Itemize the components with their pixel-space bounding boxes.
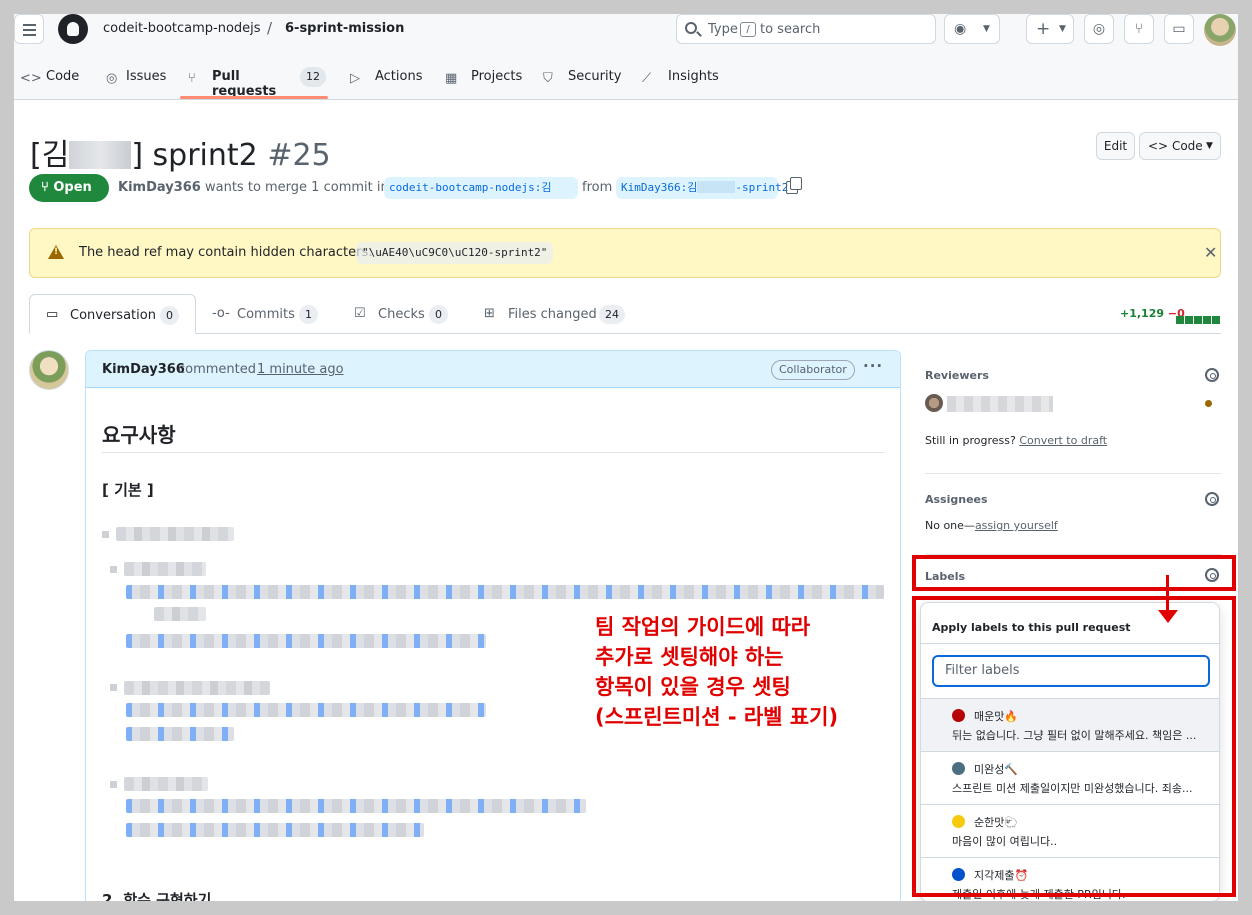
checklist-icon: ☑ <box>354 306 366 321</box>
graph-icon: ⟋ <box>642 71 652 86</box>
commit-icon: -o- <box>212 306 230 321</box>
code-icon: <> <box>20 71 42 86</box>
search-icon <box>685 22 697 34</box>
plus-icon: + <box>1036 19 1051 39</box>
tab-checks[interactable]: ☑ Checks 0 <box>354 294 474 334</box>
menu-button[interactable] <box>14 14 44 44</box>
comment-timestamp[interactable]: 1 minute ago <box>257 362 344 377</box>
chevron-down-icon: ▼ <box>1206 141 1213 151</box>
kebab-menu-icon[interactable]: ··· <box>863 357 883 375</box>
redacted-text <box>126 703 486 717</box>
base-branch[interactable]: codeit-bootcamp-nodejs:김 <box>384 177 578 199</box>
hidden-characters-warning: The head ref may contain hidden characte… <box>29 228 1221 278</box>
list-bullet <box>110 684 117 691</box>
status-badge: ⑂ Open <box>29 174 109 202</box>
copy-icon[interactable] <box>786 177 802 194</box>
redacted-reviewer-name <box>947 396 1053 412</box>
comment-heading: 요구사항 <box>102 423 176 447</box>
pull-requests-icon[interactable]: ⑂ <box>1124 14 1154 44</box>
comment-section-heading: 2. 함수 구현하기 <box>102 891 212 901</box>
pull-request-icon: ⑂ <box>41 180 49 195</box>
redacted-text <box>126 823 424 837</box>
close-icon[interactable]: ✕ <box>1204 243 1217 262</box>
tab-conversation[interactable]: ▭ Conversation 0 <box>29 294 196 334</box>
convert-to-draft-link[interactable]: Convert to draft <box>1019 434 1107 447</box>
github-page: codeit-bootcamp-nodejs / 6-sprint-missio… <box>14 14 1238 901</box>
comment-icon: ▭ <box>46 307 59 322</box>
annotation-box-labels <box>912 555 1236 591</box>
redacted-text <box>126 727 234 741</box>
reviewers-gear-icon[interactable] <box>1205 368 1219 382</box>
annotation-text: 팀 작업의 가이드에 따라 추가로 셋팅해야 하는 항목이 있을 경우 셋팅 (… <box>595 615 839 729</box>
copilot-button[interactable]: ◉ ▼ <box>944 14 1000 44</box>
inbox-icon[interactable]: ▭ <box>1164 14 1194 44</box>
issue-icon: ◎ <box>106 71 118 86</box>
pr-number: #25 <box>267 138 331 173</box>
comment-header: KimDay366 commented 1 minute ago Collabo… <box>86 351 900 388</box>
list-bullet <box>102 531 109 538</box>
comment-subheading: [ 기본 ] <box>102 481 154 499</box>
warning-ref-code: "\uAE40\uC9C0\uC120-sprint2" <box>356 242 554 264</box>
redacted-branch <box>697 181 736 193</box>
chevron-down-icon: ▼ <box>983 24 990 34</box>
active-tab-indicator <box>180 96 328 99</box>
list-bullet <box>110 781 117 788</box>
breadcrumb-repo[interactable]: 6-sprint-mission <box>285 21 404 36</box>
create-new-button[interactable]: + ▼ <box>1026 14 1074 44</box>
redacted-text <box>124 777 208 791</box>
issues-icon[interactable]: ◎ <box>1084 14 1114 44</box>
user-avatar[interactable] <box>1204 14 1236 46</box>
assignees-label[interactable]: Assignees <box>925 493 988 506</box>
reviewer-avatar[interactable] <box>925 394 943 412</box>
draft-prompt: Still in progress? Convert to draft <box>925 434 1108 447</box>
pull-request-icon: ⑂ <box>188 71 196 86</box>
alert-icon <box>48 245 64 259</box>
edit-button[interactable]: Edit <box>1096 132 1135 160</box>
redacted-text <box>154 607 206 621</box>
code-button[interactable]: <> Code ▼ <box>1139 132 1221 160</box>
code-icon: <> <box>1148 139 1169 153</box>
github-logo-icon[interactable] <box>58 14 88 44</box>
reviewers-label[interactable]: Reviewers <box>925 369 989 382</box>
search-input[interactable]: Type / to search <box>676 14 936 44</box>
assignees-gear-icon[interactable] <box>1205 492 1219 506</box>
pr-meta: KimDay366 wants to merge 1 commit into <box>118 180 402 195</box>
redacted-text <box>126 799 586 813</box>
redacted-text <box>124 681 270 695</box>
comment-author-avatar[interactable] <box>29 350 69 390</box>
pull-requests-count: 12 <box>300 67 326 87</box>
heading-divider <box>102 452 884 453</box>
pr-author-link[interactable]: KimDay366 <box>118 180 201 195</box>
list-bullet <box>110 566 117 573</box>
redacted-text <box>116 527 234 541</box>
redacted-name <box>69 141 132 169</box>
annotation-arrow <box>1166 575 1169 613</box>
chevron-down-icon: ▼ <box>1059 24 1066 34</box>
diffstat-blocks <box>1176 309 1221 324</box>
breadcrumb-owner[interactable]: codeit-bootcamp-nodejs <box>103 21 261 36</box>
breadcrumb-separator: / <box>267 19 273 37</box>
play-icon: ▷ <box>350 71 360 86</box>
app-header: codeit-bootcamp-nodejs / 6-sprint-missio… <box>14 14 1238 100</box>
annotation-box-popup <box>912 596 1236 897</box>
shield-icon: ⛉ <box>543 71 553 86</box>
tab-files-changed[interactable]: ⊞ Files changed 24 <box>484 294 644 334</box>
assign-yourself-link[interactable]: assign yourself <box>975 519 1058 532</box>
comment-author[interactable]: KimDay366 <box>102 362 185 377</box>
pr-title: [김] sprint2 #25 <box>30 138 331 173</box>
redacted-text <box>126 634 486 648</box>
redacted-text <box>126 585 884 599</box>
head-branch[interactable]: KimDay366:김 -sprint2 <box>616 177 788 199</box>
copilot-icon: ◉ <box>954 21 967 37</box>
collaborator-badge: Collaborator <box>771 360 855 380</box>
tab-commits[interactable]: -o- Commits 1 <box>212 294 332 334</box>
redacted-text <box>124 562 206 576</box>
search-shortcut-key: / <box>740 22 756 37</box>
pending-review-dot <box>1205 400 1212 407</box>
table-icon: ▦ <box>445 71 458 86</box>
annotation-arrow-head <box>1158 610 1178 623</box>
sidebar-divider <box>925 473 1221 474</box>
assignees-value: No one—assign yourself <box>925 519 1058 532</box>
file-diff-icon: ⊞ <box>484 306 495 321</box>
